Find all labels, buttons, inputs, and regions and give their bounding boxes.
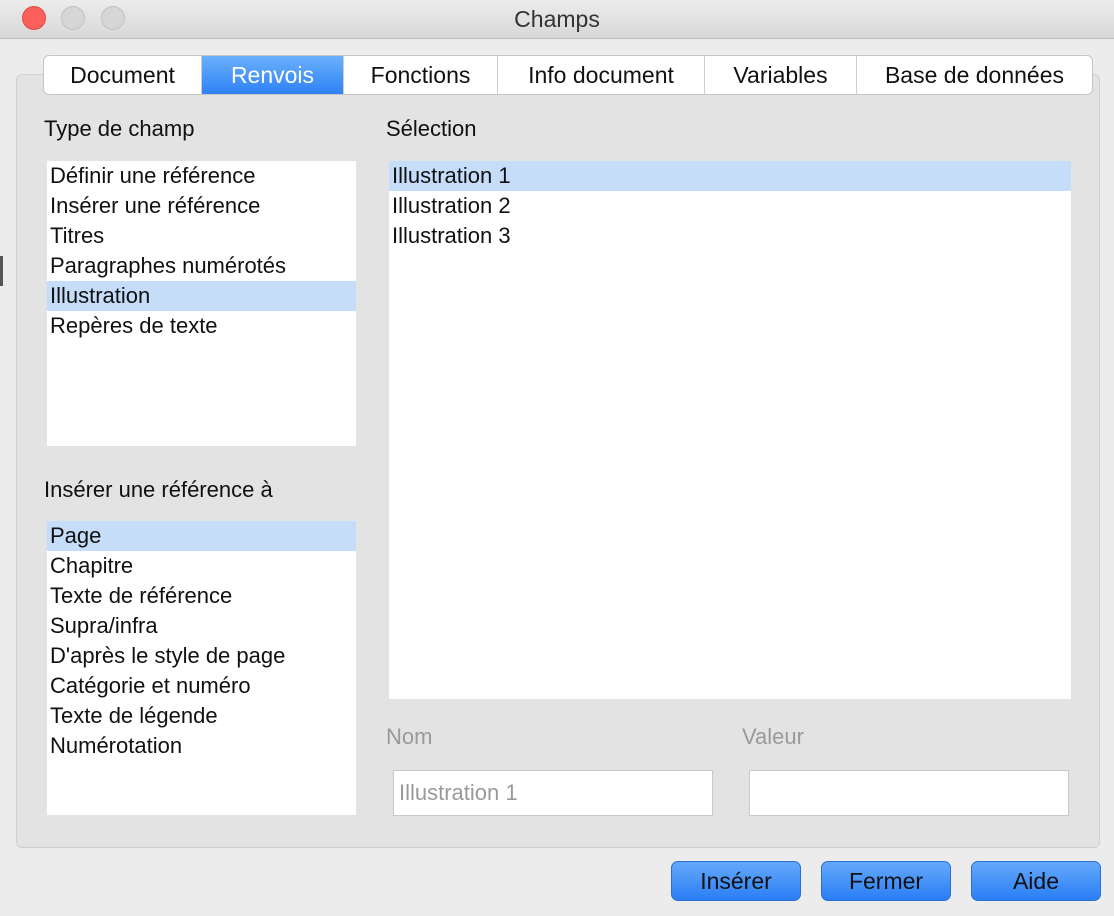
selection-list[interactable]: Illustration 1 Illustration 2 Illustrati…	[389, 161, 1071, 699]
help-button[interactable]: Aide	[971, 861, 1101, 901]
selection-label: Sélection	[386, 116, 477, 141]
window-title: Champs	[514, 6, 600, 32]
field-type-item[interactable]: Titres	[47, 221, 356, 251]
tab-info-document[interactable]: Info document	[498, 56, 705, 94]
insert-reference-item[interactable]: Numérotation	[47, 731, 356, 761]
insert-reference-item[interactable]: Catégorie et numéro	[47, 671, 356, 701]
title-bar: Champs	[0, 0, 1114, 39]
insert-reference-item[interactable]: D'après le style de page	[47, 641, 356, 671]
insert-reference-item[interactable]: Chapitre	[47, 551, 356, 581]
tab-variables[interactable]: Variables	[705, 56, 857, 94]
field-type-list[interactable]: Définir une référence Insérer une référe…	[47, 161, 356, 446]
insert-reference-item[interactable]: Supra/infra	[47, 611, 356, 641]
value-field[interactable]	[749, 770, 1069, 816]
tab-base-de-donnees[interactable]: Base de données	[857, 56, 1092, 94]
tab-renvois[interactable]: Renvois	[202, 56, 344, 94]
tab-fonctions[interactable]: Fonctions	[344, 56, 498, 94]
field-type-item[interactable]: Paragraphes numérotés	[47, 251, 356, 281]
selection-item[interactable]: Illustration 2	[389, 191, 1071, 221]
insert-reference-list[interactable]: Page Chapitre Texte de référence Supra/i…	[47, 521, 356, 815]
selection-item-selected[interactable]: Illustration 1	[389, 161, 1071, 191]
tab-bar: Document Renvois Fonctions Info document…	[43, 55, 1093, 95]
field-type-item[interactable]: Repères de texte	[47, 311, 356, 341]
insert-reference-item[interactable]: Texte de référence	[47, 581, 356, 611]
close-button[interactable]: Fermer	[821, 861, 951, 901]
tab-document[interactable]: Document	[44, 56, 202, 94]
name-label: Nom	[386, 724, 433, 749]
insert-reference-item-selected[interactable]: Page	[47, 521, 356, 551]
field-type-item[interactable]: Définir une référence	[47, 161, 356, 191]
window-edge-divider	[0, 256, 6, 286]
field-type-item-selected[interactable]: Illustration	[47, 281, 356, 311]
insert-reference-item[interactable]: Texte de légende	[47, 701, 356, 731]
insert-reference-label: Insérer une référence à	[44, 477, 273, 502]
selection-item[interactable]: Illustration 3	[389, 221, 1071, 251]
field-type-item[interactable]: Insérer une référence	[47, 191, 356, 221]
value-label: Valeur	[742, 724, 804, 749]
field-type-label: Type de champ	[44, 116, 195, 141]
name-field[interactable]: Illustration 1	[393, 770, 713, 816]
insert-button[interactable]: Insérer	[671, 861, 801, 901]
